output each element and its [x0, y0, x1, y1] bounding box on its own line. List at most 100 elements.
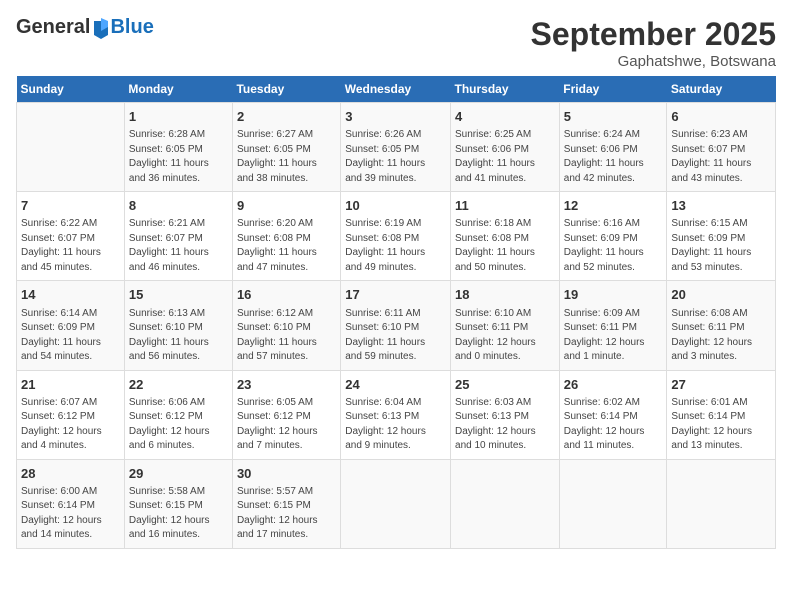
day-number: 17 — [345, 286, 446, 304]
day-number: 6 — [671, 108, 771, 126]
logo-blue-text: Blue — [110, 16, 153, 39]
day-number: 21 — [21, 376, 120, 394]
day-number: 25 — [455, 376, 555, 394]
day-number: 4 — [455, 108, 555, 126]
day-content: Sunrise: 6:18 AM Sunset: 6:08 PM Dayligh… — [455, 217, 555, 275]
header-saturday: Saturday — [667, 76, 776, 103]
header-wednesday: Wednesday — [341, 76, 451, 103]
calendar-cell: 3 Sunrise: 6:26 AM Sunset: 6:05 PM Daylig… — [341, 103, 451, 192]
day-number: 24 — [345, 376, 446, 394]
day-content: Sunrise: 6:03 AM Sunset: 6:13 PM Dayligh… — [455, 396, 555, 454]
day-content: Sunrise: 6:04 AM Sunset: 6:13 PM Dayligh… — [345, 396, 446, 454]
calendar-week-1: 1 Sunrise: 6:28 AM Sunset: 6:05 PM Daylig… — [17, 103, 776, 192]
day-content: Sunrise: 6:13 AM Sunset: 6:10 PM Dayligh… — [129, 307, 228, 365]
calendar-cell: 12Sunrise: 6:16 AM Sunset: 6:09 PM Dayli… — [559, 192, 667, 281]
day-content: Sunrise: 6:27 AM Sunset: 6:05 PM Dayligh… — [237, 128, 336, 186]
day-content: Sunrise: 6:08 AM Sunset: 6:11 PM Dayligh… — [671, 307, 771, 365]
calendar-week-4: 21 Sunrise: 6:07 AM Sunset: 6:12 PM Dayli… — [17, 370, 776, 459]
calendar-cell: 21 Sunrise: 6:07 AM Sunset: 6:12 PM Dayli… — [17, 370, 125, 459]
day-content: Sunrise: 6:23 AM Sunset: 6:07 PM Dayligh… — [671, 128, 771, 186]
day-content: Sunrise: 6:12 AM Sunset: 6:10 PM Dayligh… — [237, 307, 336, 365]
day-number: 1 — [129, 108, 228, 126]
day-content: Sunrise: 6:21 AM Sunset: 6:07 PM Dayligh… — [129, 217, 228, 275]
calendar-cell: 13 Sunrise: 6:15 AM Sunset: 6:09 PM Dayli… — [667, 192, 776, 281]
day-number: 2 — [237, 108, 336, 126]
calendar-cell: 16 Sunrise: 6:12 AM Sunset: 6:10 PM Dayli… — [232, 281, 340, 370]
day-number: 10 — [345, 197, 446, 215]
day-number: 28 — [21, 465, 120, 483]
calendar-cell: 9Sunrise: 6:20 AM Sunset: 6:08 PM Daylig… — [232, 192, 340, 281]
calendar-cell: 5 Sunrise: 6:24 AM Sunset: 6:06 PM Daylig… — [559, 103, 667, 192]
calendar-cell: 1 Sunrise: 6:28 AM Sunset: 6:05 PM Daylig… — [124, 103, 232, 192]
day-content: Sunrise: 6:26 AM Sunset: 6:05 PM Dayligh… — [345, 128, 446, 186]
location: Gaphatshwe, Botswana — [531, 53, 776, 70]
calendar-cell: 17 Sunrise: 6:11 AM Sunset: 6:10 PM Dayli… — [341, 281, 451, 370]
calendar-cell — [17, 103, 125, 192]
header-thursday: Thursday — [451, 76, 560, 103]
calendar-cell: 26Sunrise: 6:02 AM Sunset: 6:14 PM Dayli… — [559, 370, 667, 459]
day-number: 23 — [237, 376, 336, 394]
day-content: Sunrise: 6:09 AM Sunset: 6:11 PM Dayligh… — [564, 307, 663, 365]
calendar-cell: 2 Sunrise: 6:27 AM Sunset: 6:05 PM Daylig… — [232, 103, 340, 192]
day-number: 15 — [129, 286, 228, 304]
day-content: Sunrise: 6:19 AM Sunset: 6:08 PM Dayligh… — [345, 217, 446, 275]
day-content: Sunrise: 6:05 AM Sunset: 6:12 PM Dayligh… — [237, 396, 336, 454]
header-tuesday: Tuesday — [232, 76, 340, 103]
day-content: Sunrise: 6:24 AM Sunset: 6:06 PM Dayligh… — [564, 128, 663, 186]
day-content: Sunrise: 6:10 AM Sunset: 6:11 PM Dayligh… — [455, 307, 555, 365]
calendar-cell: 20 Sunrise: 6:08 AM Sunset: 6:11 PM Dayli… — [667, 281, 776, 370]
day-content: Sunrise: 6:20 AM Sunset: 6:08 PM Dayligh… — [237, 217, 336, 275]
day-content: Sunrise: 6:15 AM Sunset: 6:09 PM Dayligh… — [671, 217, 771, 275]
day-content: Sunrise: 6:06 AM Sunset: 6:12 PM Dayligh… — [129, 396, 228, 454]
calendar-cell: 29Sunrise: 5:58 AM Sunset: 6:15 PM Dayli… — [124, 459, 232, 548]
day-number: 30 — [237, 465, 336, 483]
calendar-cell — [667, 459, 776, 548]
calendar-cell: 23 Sunrise: 6:05 AM Sunset: 6:12 PM Dayli… — [232, 370, 340, 459]
calendar-cell — [451, 459, 560, 548]
day-content: Sunrise: 6:28 AM Sunset: 6:05 PM Dayligh… — [129, 128, 228, 186]
month-title: September 2025 — [531, 16, 776, 53]
calendar-cell: 19 Sunrise: 6:09 AM Sunset: 6:11 PM Dayli… — [559, 281, 667, 370]
day-content: Sunrise: 6:14 AM Sunset: 6:09 PM Dayligh… — [21, 307, 120, 365]
day-number: 26 — [564, 376, 663, 394]
calendar-cell: 7 Sunrise: 6:22 AM Sunset: 6:07 PM Daylig… — [17, 192, 125, 281]
day-number: 13 — [671, 197, 771, 215]
page-header: General Blue September 2025 Gaphatshwe, … — [16, 16, 776, 70]
calendar-cell: 14 Sunrise: 6:14 AM Sunset: 6:09 PM Dayli… — [17, 281, 125, 370]
logo-general-text: General — [16, 16, 90, 39]
day-number: 19 — [564, 286, 663, 304]
calendar-table: SundayMondayTuesdayWednesdayThursdayFrid… — [16, 76, 776, 549]
day-number: 3 — [345, 108, 446, 126]
day-number: 16 — [237, 286, 336, 304]
day-content: Sunrise: 6:00 AM Sunset: 6:14 PM Dayligh… — [21, 485, 120, 543]
title-block: September 2025 Gaphatshwe, Botswana — [531, 16, 776, 70]
calendar-cell: 15 Sunrise: 6:13 AM Sunset: 6:10 PM Dayli… — [124, 281, 232, 370]
header-sunday: Sunday — [17, 76, 125, 103]
calendar-cell — [341, 459, 451, 548]
calendar-cell: 25 Sunrise: 6:03 AM Sunset: 6:13 PM Dayli… — [451, 370, 560, 459]
logo: General Blue — [16, 16, 154, 39]
logo-icon — [92, 17, 110, 39]
day-number: 27 — [671, 376, 771, 394]
calendar-cell: 10 Sunrise: 6:19 AM Sunset: 6:08 PM Dayli… — [341, 192, 451, 281]
day-number: 8 — [129, 197, 228, 215]
day-number: 20 — [671, 286, 771, 304]
day-number: 18 — [455, 286, 555, 304]
day-content: Sunrise: 6:07 AM Sunset: 6:12 PM Dayligh… — [21, 396, 120, 454]
day-content: Sunrise: 6:11 AM Sunset: 6:10 PM Dayligh… — [345, 307, 446, 365]
day-number: 7 — [21, 197, 120, 215]
day-number: 11 — [455, 197, 555, 215]
day-content: Sunrise: 6:22 AM Sunset: 6:07 PM Dayligh… — [21, 217, 120, 275]
day-number: 22 — [129, 376, 228, 394]
day-content: Sunrise: 6:01 AM Sunset: 6:14 PM Dayligh… — [671, 396, 771, 454]
calendar-cell: 8 Sunrise: 6:21 AM Sunset: 6:07 PM Daylig… — [124, 192, 232, 281]
calendar-cell: 4 Sunrise: 6:25 AM Sunset: 6:06 PM Daylig… — [451, 103, 560, 192]
calendar-cell — [559, 459, 667, 548]
day-content: Sunrise: 5:57 AM Sunset: 6:15 PM Dayligh… — [237, 485, 336, 543]
day-content: Sunrise: 6:25 AM Sunset: 6:06 PM Dayligh… — [455, 128, 555, 186]
calendar-cell: 6 Sunrise: 6:23 AM Sunset: 6:07 PM Daylig… — [667, 103, 776, 192]
calendar-week-3: 14 Sunrise: 6:14 AM Sunset: 6:09 PM Dayli… — [17, 281, 776, 370]
day-number: 5 — [564, 108, 663, 126]
day-content: Sunrise: 5:58 AM Sunset: 6:15 PM Dayligh… — [129, 485, 228, 543]
day-number: 14 — [21, 286, 120, 304]
